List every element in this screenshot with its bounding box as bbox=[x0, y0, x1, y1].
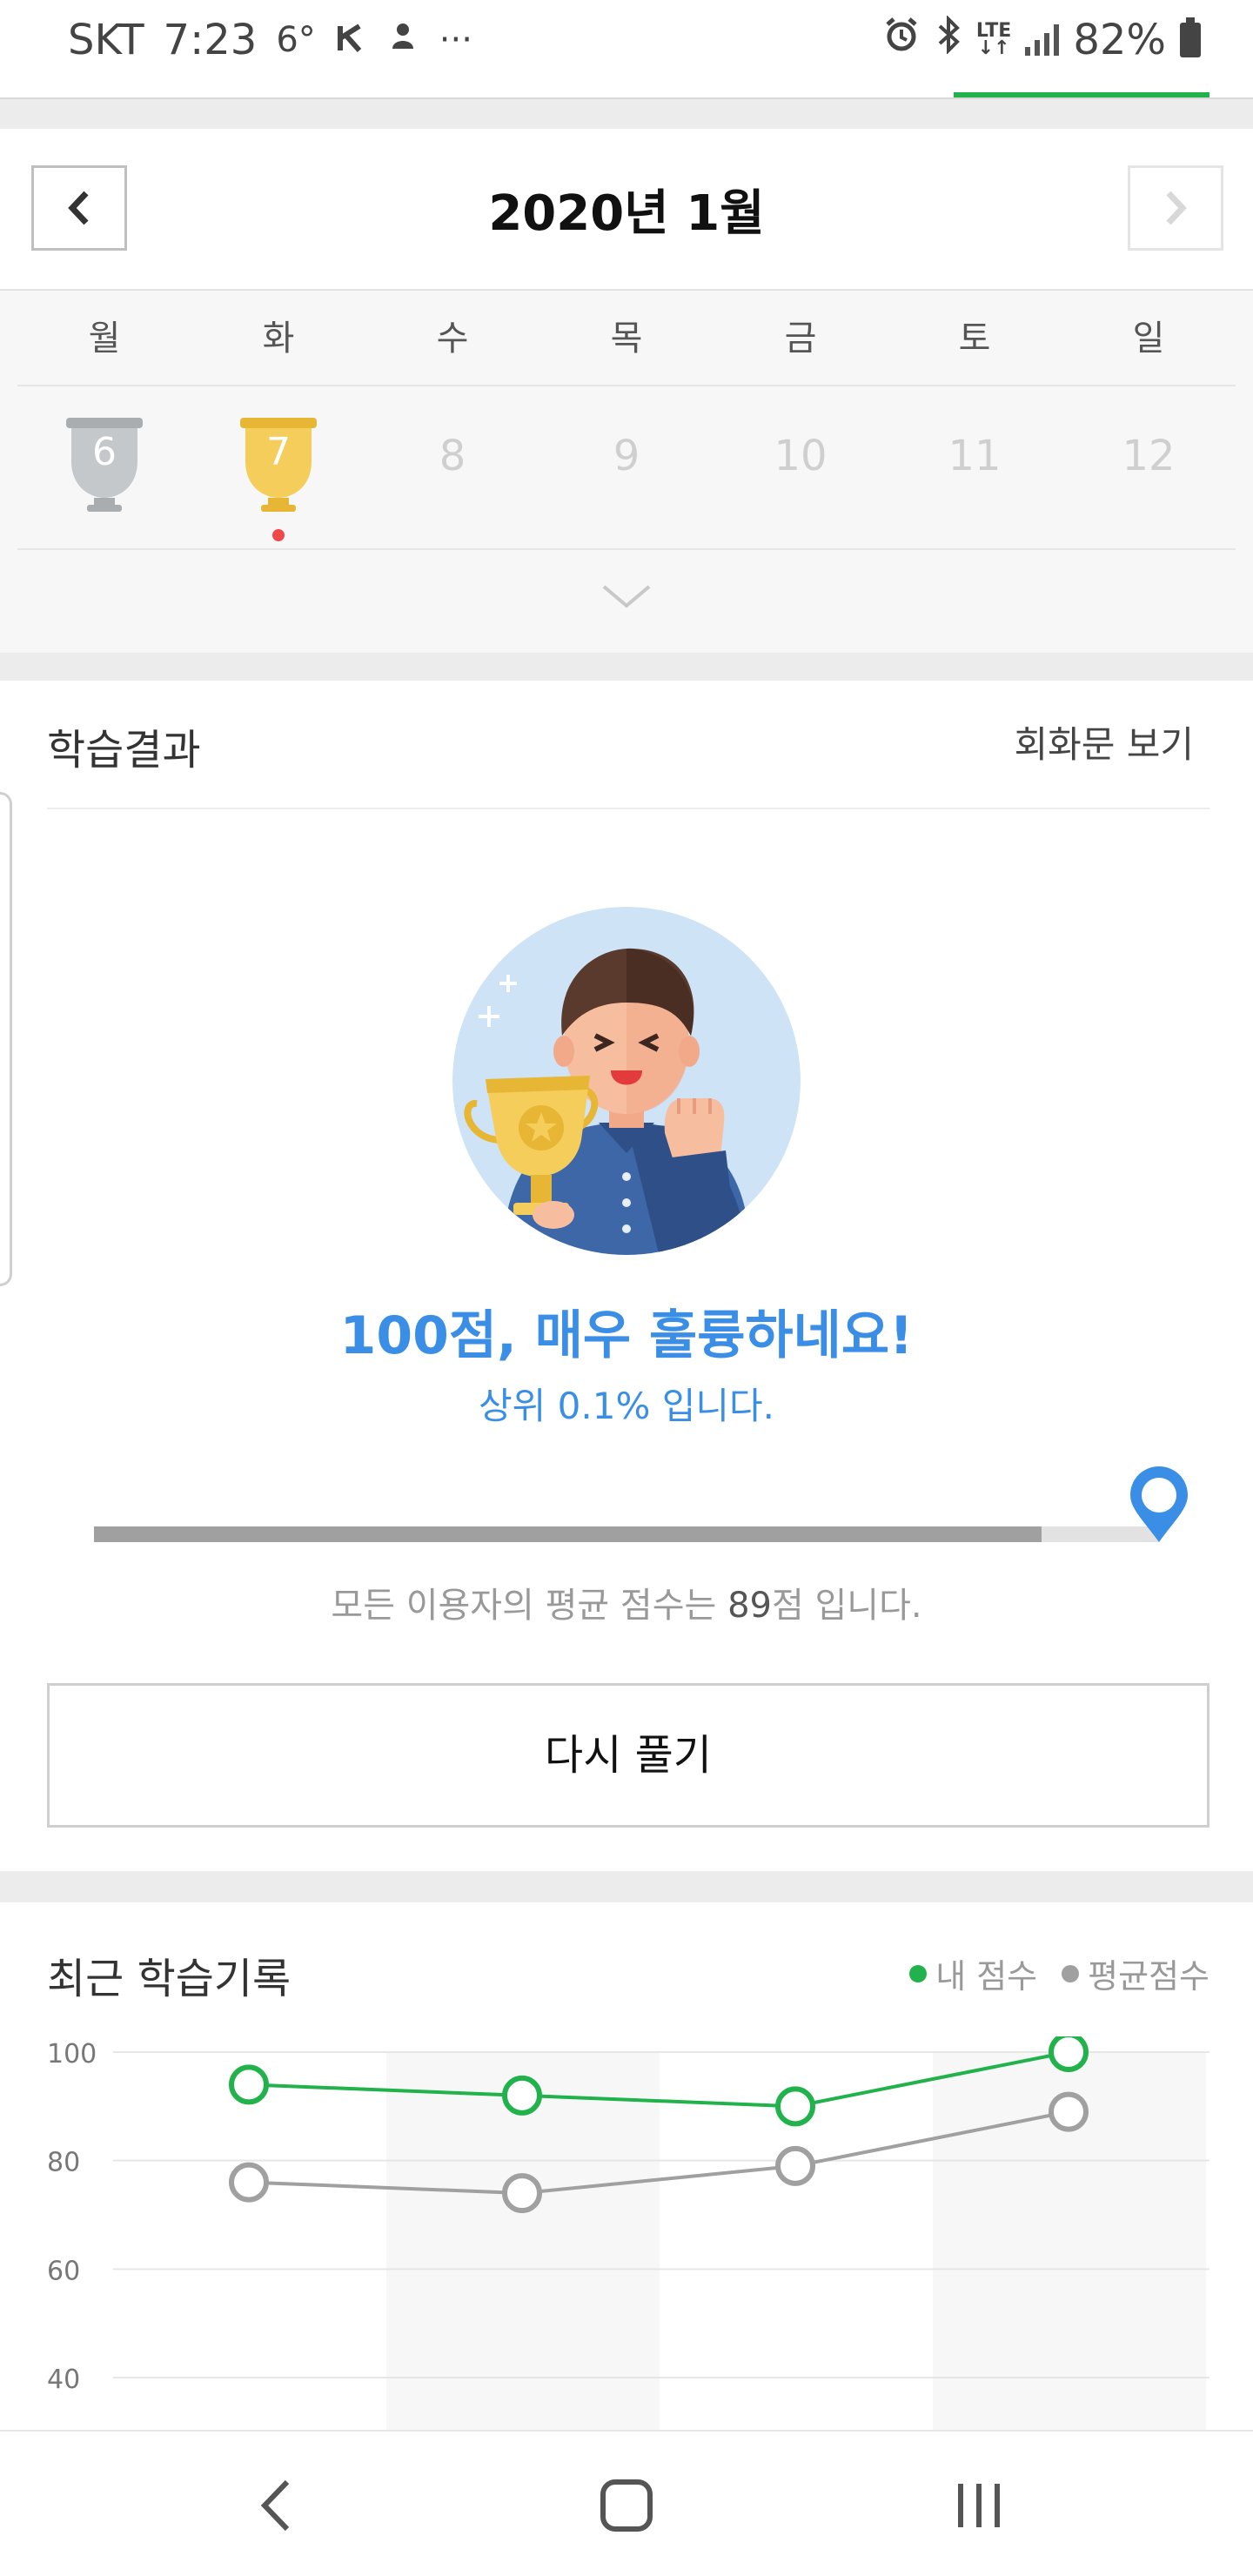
chart-y-tick-label: 60 bbox=[47, 2256, 80, 2286]
temperature-label: 6° bbox=[276, 20, 316, 60]
status-bar: SKT 7:23 6° ··· LTE ↓↑ 82% bbox=[0, 0, 1253, 97]
recent-apps-icon bbox=[958, 2484, 1000, 2527]
legend-label: 평균점수 bbox=[1088, 1957, 1209, 1996]
app-notification-icon bbox=[385, 16, 420, 64]
chart-y-tick-label: 100 bbox=[47, 2039, 97, 2070]
home-icon bbox=[600, 2479, 653, 2532]
my-score-point bbox=[502, 2075, 542, 2116]
weekday-label: 일 bbox=[1132, 319, 1165, 359]
average-score-point bbox=[229, 2162, 269, 2203]
legend-my-score: 내 점수 bbox=[909, 1949, 1037, 1997]
battery-icon bbox=[1180, 17, 1201, 57]
date-cell-8[interactable]: 8 bbox=[365, 388, 539, 548]
my-score-point bbox=[775, 2086, 815, 2127]
weekday-row: 월 화 수 목 금 토 일 bbox=[17, 308, 1236, 386]
divider bbox=[47, 808, 1209, 809]
date-number: 9 bbox=[613, 432, 640, 480]
average-score-text: 모든 이용자의 평균 점수는 89점 입니다. bbox=[0, 1577, 1253, 1627]
recent-record-title: 최근 학습기록 bbox=[47, 1955, 291, 2003]
alarm-icon bbox=[882, 16, 921, 64]
average-text-prefix: 모든 이용자의 평균 점수는 bbox=[331, 1586, 728, 1626]
back-icon bbox=[260, 2479, 290, 2532]
rank-message: 상위 0.1% 입니다. bbox=[479, 1385, 774, 1427]
chart-y-tick-label: 40 bbox=[47, 2365, 80, 2395]
battery-level: 82% bbox=[1073, 16, 1166, 64]
date-cell-10[interactable]: 10 bbox=[714, 388, 888, 548]
back-button[interactable] bbox=[237, 2466, 315, 2545]
date-cell-9[interactable]: 9 bbox=[539, 388, 714, 548]
home-button[interactable] bbox=[587, 2466, 666, 2545]
next-month-button[interactable] bbox=[1128, 165, 1223, 251]
divider bbox=[0, 97, 1253, 129]
date-cell-7[interactable]: 7 bbox=[191, 388, 365, 548]
average-score-value: 89 bbox=[727, 1586, 772, 1626]
side-drawer-handle[interactable] bbox=[0, 792, 12, 1286]
date-number: 12 bbox=[1122, 432, 1176, 480]
weekday-label: 월 bbox=[88, 319, 121, 359]
clock: 7:23 bbox=[163, 16, 258, 64]
today-indicator bbox=[272, 529, 285, 541]
chart-legend: 내 점수 평균점수 bbox=[909, 1949, 1209, 1997]
chevron-right-icon bbox=[1166, 191, 1187, 225]
legend-average: 평균점수 bbox=[1062, 1949, 1209, 1997]
date-number: 10 bbox=[774, 432, 828, 480]
green-dot-icon bbox=[909, 1964, 928, 1982]
gray-dot-icon bbox=[1062, 1964, 1080, 1982]
date-row: 6 7 8 9 10 11 12 bbox=[17, 388, 1236, 550]
carrier-label: SKT bbox=[68, 16, 144, 64]
date-cell-12[interactable]: 12 bbox=[1062, 388, 1236, 548]
status-left: SKT 7:23 6° ··· bbox=[68, 16, 472, 64]
weekday-label: 금 bbox=[784, 319, 817, 359]
system-navigation-bar bbox=[0, 2432, 1253, 2576]
average-score-point bbox=[775, 2145, 815, 2186]
weekday-label: 화 bbox=[262, 319, 295, 359]
average-score-point bbox=[502, 2173, 542, 2214]
section-divider bbox=[0, 653, 1253, 681]
lte-icon: LTE ↓↑ bbox=[975, 20, 1012, 59]
week-calendar: 월 화 수 목 금 토 일 6 7 8 9 10 11 12 bbox=[0, 291, 1253, 653]
more-notifications-icon: ··· bbox=[439, 20, 472, 60]
signal-icon bbox=[1025, 24, 1060, 56]
bluetooth-icon bbox=[935, 15, 962, 64]
weekday-label: 토 bbox=[958, 319, 991, 359]
my-score-marker-icon bbox=[1130, 1466, 1188, 1542]
date-number: 8 bbox=[439, 432, 466, 480]
legend-label: 내 점수 bbox=[935, 1957, 1038, 1996]
my-score-point bbox=[1049, 2036, 1089, 2072]
expand-calendar-chevron-icon[interactable] bbox=[600, 578, 653, 613]
weekday-label: 목 bbox=[610, 319, 643, 359]
month-title: 2020년 1월 bbox=[488, 185, 765, 242]
average-score-fill bbox=[94, 1526, 1042, 1542]
recent-score-chart: 100 80 60 40 bbox=[47, 2036, 1209, 2433]
trophy-character-illustration bbox=[452, 907, 801, 1255]
retry-button[interactable]: 다시 풀기 bbox=[47, 1683, 1209, 1828]
date-cell-6[interactable]: 6 bbox=[17, 388, 191, 548]
date-number: 7 bbox=[266, 430, 291, 474]
score-bar-track bbox=[94, 1526, 1159, 1542]
kakao-notification-icon bbox=[335, 16, 366, 64]
view-dialog-link[interactable]: 회화문 보기 bbox=[1014, 715, 1194, 768]
date-number: 6 bbox=[92, 430, 117, 474]
my-score-point bbox=[229, 2064, 269, 2105]
average-score-point bbox=[1049, 2091, 1089, 2132]
status-right: LTE ↓↑ 82% bbox=[882, 15, 1201, 64]
section-divider bbox=[0, 1871, 1253, 1902]
calendar-header: 2020년 1월 bbox=[0, 129, 1253, 291]
result-title: 학습결과 bbox=[47, 726, 201, 775]
date-cell-11[interactable]: 11 bbox=[888, 388, 1062, 548]
average-text-suffix: 점 입니다. bbox=[771, 1586, 922, 1626]
score-message: 100점, 매우 훌륭하네요! bbox=[339, 1305, 914, 1366]
weekday-label: 수 bbox=[436, 319, 469, 359]
chart-y-tick-label: 80 bbox=[47, 2148, 80, 2178]
date-number: 11 bbox=[948, 432, 1002, 480]
recent-apps-button[interactable] bbox=[940, 2466, 1018, 2545]
